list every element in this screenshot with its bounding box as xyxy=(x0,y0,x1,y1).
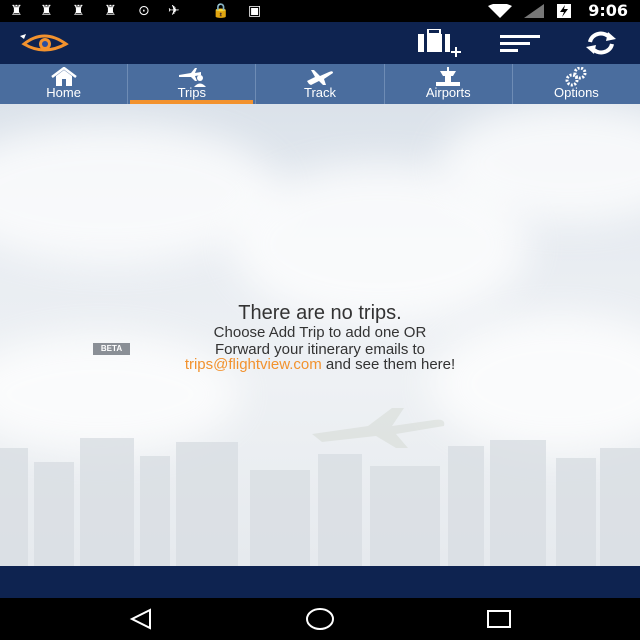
back-icon[interactable] xyxy=(128,608,154,630)
tab-label: Trips xyxy=(177,85,206,100)
empty-state-instruction: Choose Add Trip to add one OR xyxy=(213,324,427,341)
tab-label: Track xyxy=(303,85,337,100)
plane-icon xyxy=(307,70,333,85)
android-icon: ▣ xyxy=(248,3,262,19)
skyline-building xyxy=(556,458,596,566)
flightview-logo-icon[interactable] xyxy=(18,30,70,56)
recents-icon[interactable] xyxy=(486,608,512,630)
lock-icon: 🔒 xyxy=(212,3,230,19)
refresh-icon[interactable] xyxy=(584,30,618,56)
tab-label: Options xyxy=(554,85,599,100)
tab-label: Home xyxy=(46,85,81,100)
tab-airports[interactable]: Airports xyxy=(385,64,513,104)
plane-silhouette-icon xyxy=(312,408,445,448)
gears-icon xyxy=(565,67,587,87)
tab-label: Airports xyxy=(425,85,471,100)
tab-bar: Home Trips Track Airports Options xyxy=(0,64,640,104)
notification-icon: ♜ xyxy=(40,3,53,19)
home-circle-icon[interactable] xyxy=(305,607,335,631)
signal-icon xyxy=(524,4,544,18)
status-bar: ♜ ♜ ♜ ♜ ⊙ ✈ 🔒 ▣ 9:06 xyxy=(0,0,640,22)
notification-icon: ♜ xyxy=(104,3,117,19)
app-bar xyxy=(0,22,640,64)
skyline-building xyxy=(34,462,74,566)
empty-state-suffix: and see them here! xyxy=(321,356,456,373)
skyline-building xyxy=(600,448,640,566)
skyline-building xyxy=(250,470,310,566)
system-nav-bar xyxy=(0,598,640,640)
add-trip-icon[interactable] xyxy=(416,29,466,59)
sync-icon: ⊙ xyxy=(138,3,150,19)
home-icon xyxy=(50,67,77,86)
airport-tower-icon xyxy=(436,67,461,86)
tab-home[interactable]: Home xyxy=(0,64,129,104)
empty-state-email-line: trips@flightview.com and see them here! xyxy=(0,356,640,373)
trips-icon xyxy=(178,68,206,87)
skyline-building xyxy=(140,456,170,566)
satellite-icon: ✈ xyxy=(168,3,180,19)
email-link[interactable]: trips@flightview.com xyxy=(185,356,322,373)
tab-options[interactable]: Options xyxy=(513,64,640,104)
empty-state-title: There are no trips. xyxy=(238,302,402,324)
notification-icon: ♜ xyxy=(72,3,85,19)
tab-track[interactable]: Track xyxy=(256,64,385,104)
battery-charging-icon xyxy=(557,4,571,18)
status-time: 9:06 xyxy=(588,1,628,20)
skyline-building xyxy=(0,448,28,566)
skyline-building xyxy=(80,438,134,566)
bottom-band xyxy=(0,566,640,598)
notification-icon: ♜ xyxy=(10,3,23,19)
wifi-icon xyxy=(488,4,512,18)
skyline-building xyxy=(448,446,484,566)
skyline-building xyxy=(176,442,238,566)
trips-content: There are no trips. Choose Add Trip to a… xyxy=(0,104,640,566)
skyline-building xyxy=(370,466,440,566)
skyline-building xyxy=(318,454,362,566)
tab-trips[interactable]: Trips xyxy=(128,64,257,104)
sort-icon[interactable] xyxy=(500,33,542,53)
skyline-building xyxy=(490,440,546,566)
